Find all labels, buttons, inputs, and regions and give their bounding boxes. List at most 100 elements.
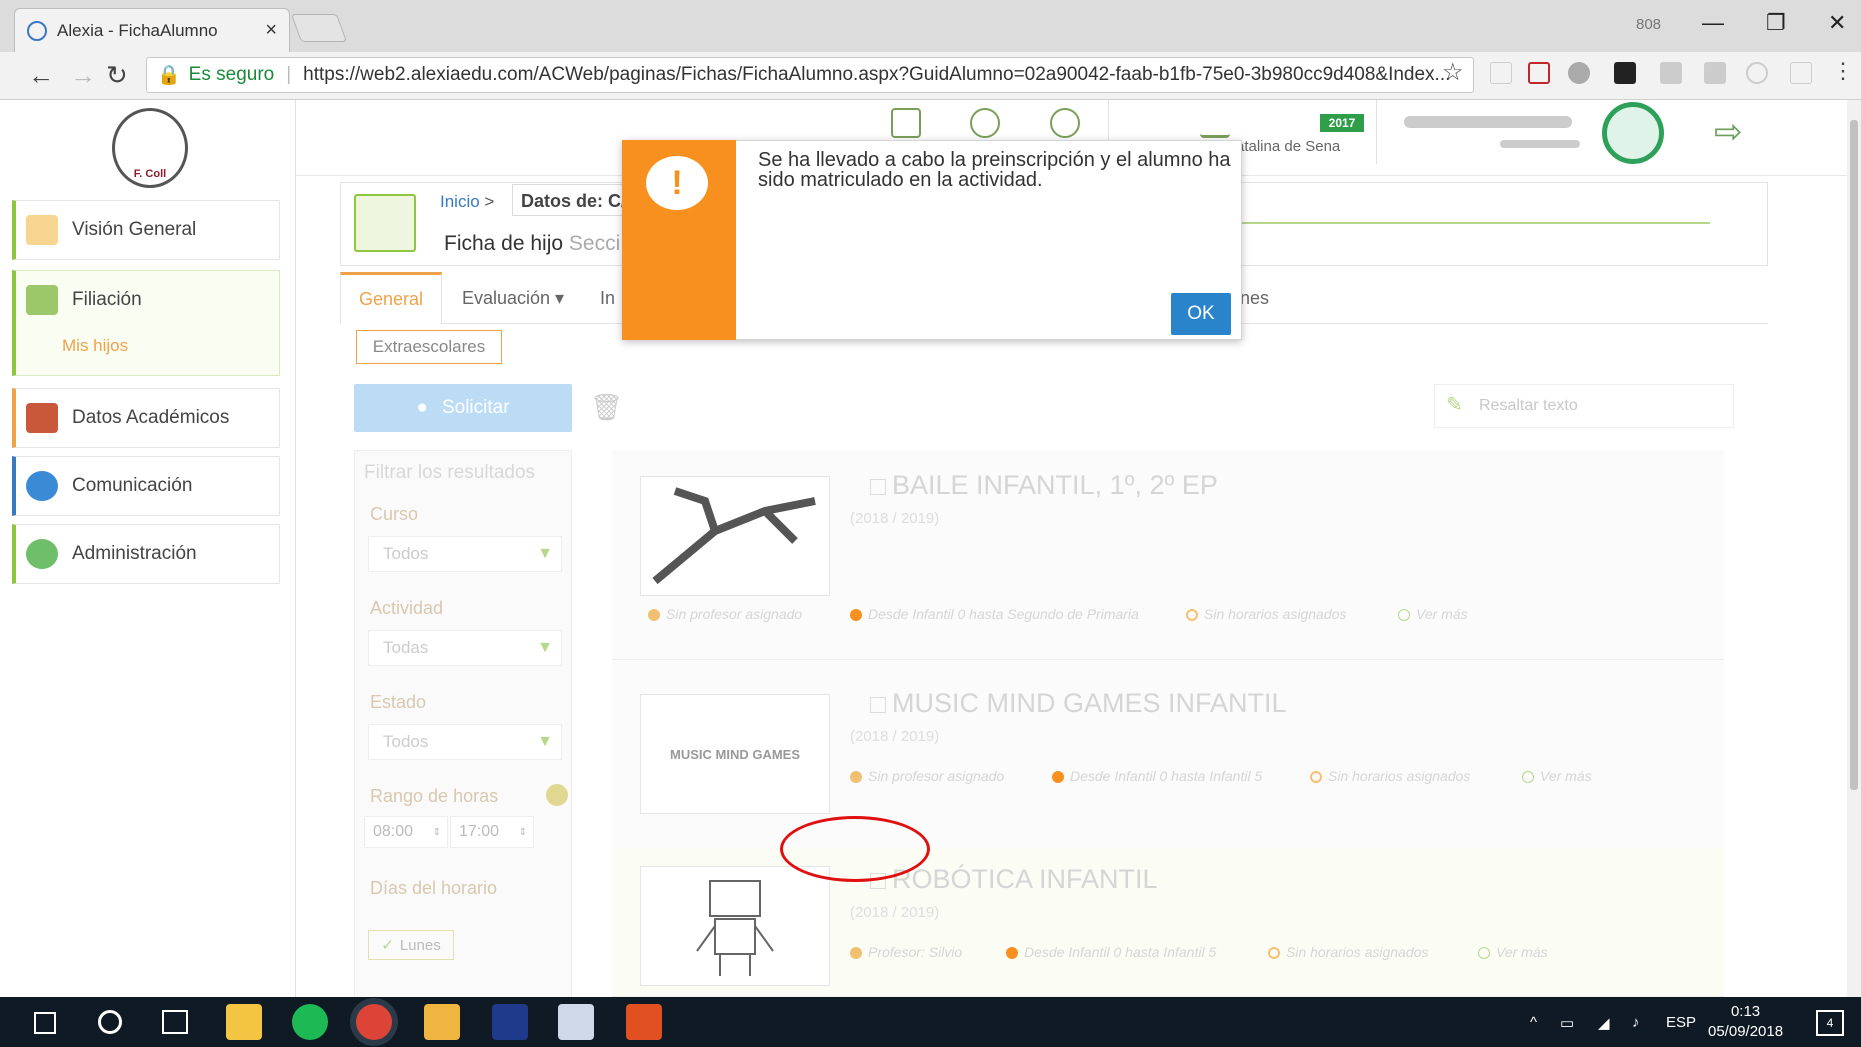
notification-icon[interactable]: 4 xyxy=(1816,1010,1844,1036)
extension-icon[interactable] xyxy=(1704,62,1726,84)
hour-from-input[interactable]: 08:00 ⇕ xyxy=(364,816,448,848)
see-more-text: Ver más xyxy=(1416,606,1468,622)
sidebar-item-comunicacion[interactable]: Comunicación xyxy=(12,456,280,516)
highlight-input[interactable]: Resaltar texto xyxy=(1434,384,1734,428)
url-bar[interactable]: 🔒 Es seguro | https://web2.alexiaedu.com… xyxy=(146,57,1474,93)
menu-dots-icon[interactable]: ⋮ xyxy=(1832,58,1854,84)
user-icon xyxy=(850,771,862,784)
wifi-icon[interactable]: ◢ xyxy=(1598,1014,1610,1032)
activity-select[interactable]: Todas ▼ xyxy=(368,630,562,666)
activity-teacher-text: Sin profesor asignado xyxy=(868,768,1005,784)
volume-icon[interactable]: ♪ xyxy=(1632,1014,1640,1031)
tab-general[interactable]: General xyxy=(340,272,443,324)
sidebar-item-filiacion[interactable]: Filiación xyxy=(12,270,280,376)
sidebar-item-vision-general[interactable]: Visión General xyxy=(12,200,280,260)
tab-close-icon[interactable]: × xyxy=(265,19,277,42)
avatar[interactable] xyxy=(1602,102,1664,164)
windows-taskbar xyxy=(0,997,1861,1047)
taskbar-clock[interactable]: 0:13 05/09/2018 xyxy=(1708,1002,1783,1042)
file-explorer-icon[interactable] xyxy=(226,1004,262,1040)
outlook-icon[interactable] xyxy=(626,1004,662,1040)
see-more-link[interactable]: Ver más xyxy=(1522,768,1592,784)
mail-icon[interactable] xyxy=(424,1004,460,1040)
calendar-icon[interactable] xyxy=(891,108,921,138)
hours-label: Rango de horas xyxy=(370,786,499,806)
school-building-icon[interactable] xyxy=(1200,108,1230,138)
help-icon[interactable] xyxy=(970,108,1000,138)
activity-teacher: Sin profesor asignado xyxy=(850,768,1004,784)
school-name: atalina de Sena xyxy=(1236,138,1341,155)
photoshop-icon[interactable] xyxy=(492,1004,528,1040)
extension-icon[interactable] xyxy=(1660,62,1682,84)
see-more-text: Ver más xyxy=(1496,944,1548,960)
forward-icon[interactable]: → xyxy=(70,60,96,91)
activity-title: BAILE INFANTIL, 1º, 2º EP xyxy=(870,470,1218,501)
favicon-icon xyxy=(27,20,47,41)
plus-icon xyxy=(1478,947,1490,960)
activity-year: (2018 / 2019) xyxy=(850,728,940,745)
browser-tab[interactable]: Alexia - FichaAlumno × xyxy=(14,8,290,52)
hour-to-input[interactable]: 17:00 ⇕ xyxy=(450,816,534,848)
windows-start-icon[interactable] xyxy=(34,1012,56,1034)
extension-icon[interactable] xyxy=(1746,62,1768,84)
extension-icon[interactable] xyxy=(1568,62,1590,84)
new-tab-button[interactable] xyxy=(290,14,348,42)
restore-button[interactable]: ❐ xyxy=(1766,10,1786,36)
id-card-icon xyxy=(354,194,416,252)
sidebar-subitem-mis-hijos[interactable]: Mis hijos xyxy=(62,336,128,356)
annotation-circle xyxy=(780,816,930,882)
stepper-icon[interactable]: ⇕ xyxy=(519,827,527,838)
pencil-icon: ✎ xyxy=(1446,394,1463,416)
request-button[interactable]: ● Solicitar xyxy=(354,384,572,432)
stepper-icon[interactable]: ⇕ xyxy=(433,827,441,838)
activity-checkbox[interactable] xyxy=(870,478,886,495)
bookmark-star-icon[interactable]: ☆ xyxy=(1442,58,1464,87)
plus-icon xyxy=(1522,771,1534,784)
sidebar-item-administracion[interactable]: Administración xyxy=(12,524,280,584)
page-scrollbar[interactable] xyxy=(1847,100,1861,997)
chrome-icon[interactable] xyxy=(356,1004,392,1040)
tab-evaluacion[interactable]: Evaluación ▾ xyxy=(444,272,582,324)
see-more-link[interactable]: Ver más xyxy=(1478,944,1548,960)
language-indicator[interactable]: ESP xyxy=(1666,1014,1696,1031)
search-icon[interactable] xyxy=(98,1010,122,1034)
history-icon[interactable] xyxy=(1050,108,1080,138)
activity-range-text: Desde Infantil 0 hasta Segundo de Primar… xyxy=(868,606,1139,622)
logout-icon[interactable]: ⇨ xyxy=(1714,112,1743,152)
gears-icon xyxy=(26,539,58,569)
subtab-extraescolares[interactable]: Extraescolares xyxy=(356,330,502,364)
extension-icon[interactable] xyxy=(1790,62,1812,84)
dancer-icon xyxy=(652,487,816,585)
minimize-button[interactable]: — xyxy=(1702,10,1724,36)
scrollbar-thumb[interactable] xyxy=(1850,120,1858,790)
back-icon[interactable]: ← xyxy=(28,60,54,91)
state-select[interactable]: Todos ▼ xyxy=(368,724,562,760)
filter-search-input[interactable]: Filtrar los resultados xyxy=(364,462,535,484)
topbar-divider xyxy=(1376,100,1377,164)
profile-indicator[interactable]: 808 xyxy=(1636,16,1661,33)
day-monday-toggle[interactable]: ✓ Lunes xyxy=(368,930,454,960)
task-view-icon[interactable] xyxy=(162,1010,188,1034)
url-text: https://web2.alexiaedu.com/ACWeb/paginas… xyxy=(303,64,1451,85)
ok-button[interactable]: OK xyxy=(1171,293,1231,335)
tray-chevron-icon[interactable]: ^ xyxy=(1530,1014,1537,1031)
sidebar-item-datos-academicos[interactable]: Datos Académicos xyxy=(12,388,280,448)
breadcrumb-home[interactable]: Inicio > xyxy=(440,192,494,212)
breadcrumb-current: Datos de: C/ xyxy=(512,184,636,216)
battery-icon[interactable]: ▭ xyxy=(1560,1014,1574,1032)
close-window-button[interactable]: ✕ xyxy=(1828,10,1846,36)
pocket-extension-icon[interactable] xyxy=(1528,62,1550,84)
activity-checkbox[interactable] xyxy=(870,696,886,713)
course-select[interactable]: Todos ▼ xyxy=(368,536,562,572)
state-label: Estado xyxy=(370,692,427,712)
spotify-icon[interactable] xyxy=(292,1004,328,1040)
app-icon[interactable] xyxy=(558,1004,594,1040)
trash-icon[interactable]: 🗑 xyxy=(590,392,623,423)
extension-icon[interactable] xyxy=(1614,62,1636,84)
extension-icon[interactable] xyxy=(1490,62,1512,84)
chevron-down-icon: ▼ xyxy=(537,733,553,750)
check-icon[interactable] xyxy=(546,784,568,806)
activity-teacher-text: Profesor: Silvio xyxy=(868,944,963,960)
see-more-link[interactable]: Ver más xyxy=(1398,606,1468,622)
reload-icon[interactable]: ↻ xyxy=(106,60,128,91)
